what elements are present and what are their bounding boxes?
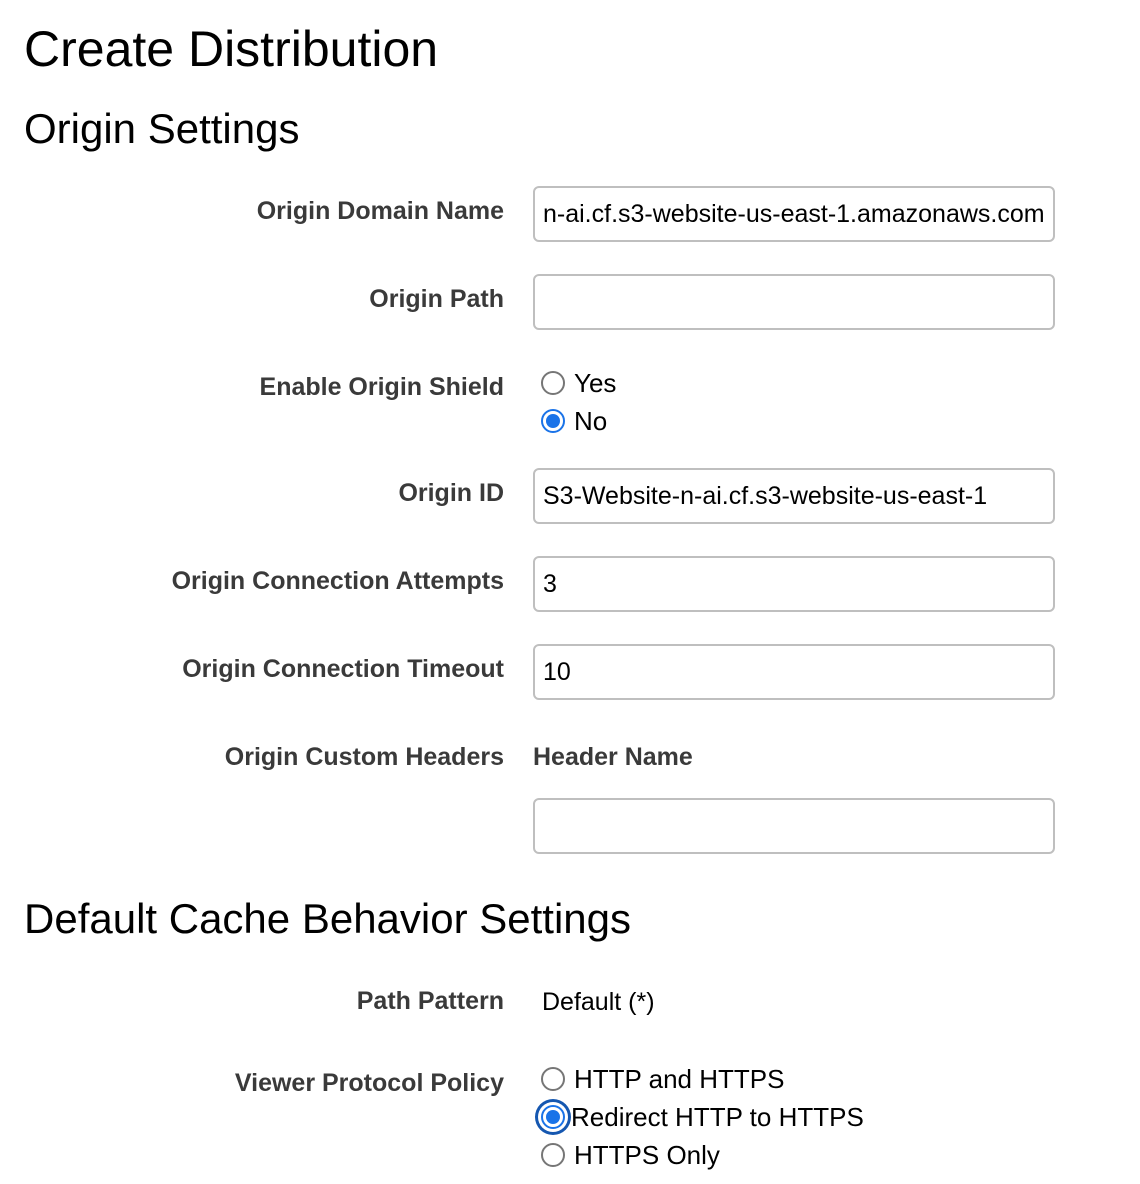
origin-connection-timeout-input[interactable] (533, 644, 1055, 700)
origin-shield-yes-label: Yes (574, 368, 617, 398)
default-cache-behavior-heading: Default Cache Behavior Settings (24, 895, 632, 942)
origin-settings-heading: Origin Settings (24, 105, 300, 152)
origin-id-input[interactable] (533, 468, 1055, 524)
origin-domain-name-label: Origin Domain Name (256, 197, 504, 225)
origin-path-label: Origin Path (369, 285, 504, 313)
https-only-label: HTTPS Only (574, 1140, 720, 1170)
viewer-protocol-option-http-and-https[interactable]: HTTP and HTTPS (541, 1062, 784, 1096)
origin-shield-option-yes[interactable]: Yes (541, 366, 616, 400)
origin-id-label: Origin ID (398, 479, 504, 507)
header-name-input[interactable] (533, 798, 1055, 854)
redirect-http-to-https-radio[interactable] (541, 1105, 565, 1129)
page-title: Create Distribution (24, 21, 439, 77)
origin-custom-headers-label: Origin Custom Headers (224, 743, 504, 771)
origin-domain-name-input[interactable] (533, 186, 1055, 242)
origin-connection-attempts-input[interactable] (533, 556, 1055, 612)
http-and-https-label: HTTP and HTTPS (574, 1064, 785, 1094)
redirect-http-to-https-label: Redirect HTTP to HTTPS (571, 1102, 864, 1132)
path-pattern-value: Default (*) (542, 988, 655, 1016)
origin-shield-yes-radio[interactable] (541, 371, 565, 395)
origin-connection-timeout-label: Origin Connection Timeout (182, 655, 504, 683)
viewer-protocol-policy-label: Viewer Protocol Policy (234, 1069, 504, 1097)
origin-connection-attempts-label: Origin Connection Attempts (171, 567, 504, 595)
path-pattern-label: Path Pattern (356, 987, 504, 1015)
enable-origin-shield-label: Enable Origin Shield (259, 373, 504, 401)
origin-shield-no-radio[interactable] (541, 409, 565, 433)
origin-shield-no-label: No (574, 406, 608, 436)
origin-shield-option-no[interactable]: No (541, 404, 607, 438)
origin-path-input[interactable] (533, 274, 1055, 330)
https-only-radio[interactable] (541, 1143, 565, 1167)
header-name-column-label: Header Name (533, 743, 693, 771)
viewer-protocol-option-https-only[interactable]: HTTPS Only (541, 1138, 720, 1172)
http-and-https-radio[interactable] (541, 1067, 565, 1091)
viewer-protocol-option-redirect[interactable]: Redirect HTTP to HTTPS (541, 1100, 864, 1134)
